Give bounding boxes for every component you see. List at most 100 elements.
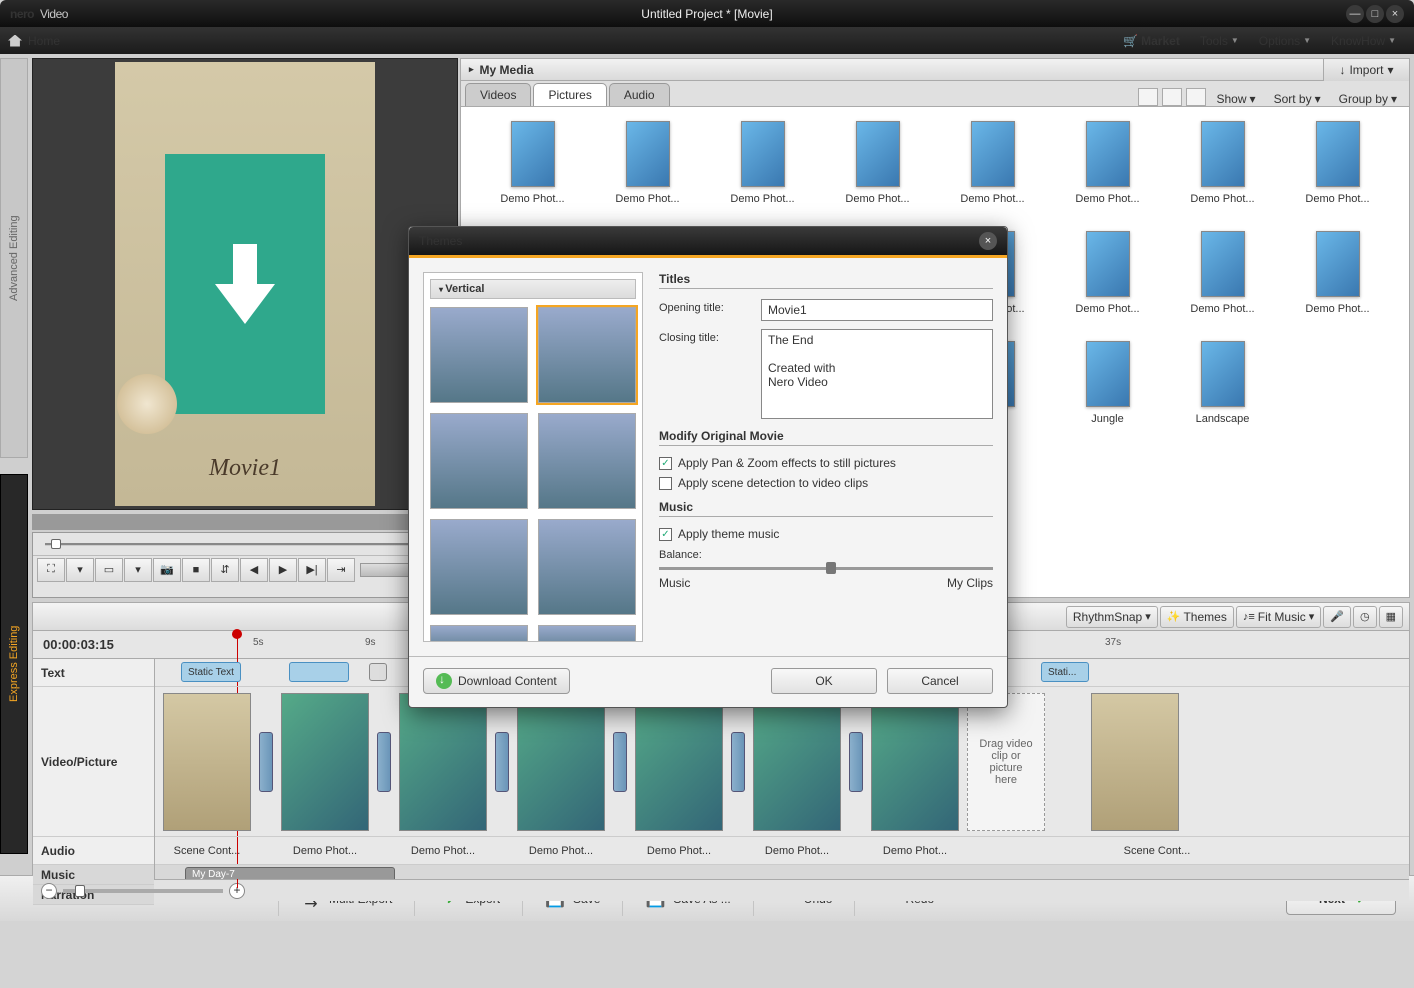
themes-list[interactable]: Vertical [423, 272, 643, 642]
transition[interactable] [849, 732, 863, 792]
theme-category[interactable]: Vertical [430, 279, 636, 299]
clip-label: Scene Cont... [163, 845, 251, 857]
timeline-clip[interactable] [163, 693, 251, 831]
home-button[interactable]: Home [8, 34, 60, 48]
opening-title-input[interactable] [761, 299, 993, 321]
sortby-dropdown[interactable]: Sort by ▾ [1266, 92, 1329, 106]
pictures-tab[interactable]: Pictures [533, 83, 606, 106]
import-button[interactable]: ↓ Import ▾ [1323, 59, 1409, 81]
fullscreen-button[interactable]: ⛶ [37, 558, 65, 582]
view-detail-button[interactable] [1186, 88, 1206, 106]
ok-button[interactable]: OK [771, 668, 877, 694]
theme-thumb[interactable] [430, 307, 528, 403]
mic-button[interactable]: 🎤 [1323, 606, 1351, 628]
transition[interactable] [613, 732, 627, 792]
close-button[interactable]: × [1386, 5, 1404, 23]
rhythm-snap-button[interactable]: RhythmSnap▾ [1066, 606, 1158, 628]
show-dropdown[interactable]: Show ▾ [1209, 92, 1264, 106]
zoom-slider[interactable] [63, 889, 223, 893]
media-item[interactable]: Demo Phot... [713, 121, 813, 205]
theme-thumb[interactable] [430, 519, 528, 615]
prev-frame-button[interactable]: ◀ [240, 558, 268, 582]
theme-thumb[interactable] [430, 413, 528, 509]
preview-seek-slider[interactable] [45, 543, 445, 546]
media-item[interactable]: Demo Phot... [1173, 231, 1273, 315]
options-menu[interactable]: Options▼ [1249, 27, 1321, 54]
media-thumb [971, 121, 1015, 187]
media-thumb [1316, 121, 1360, 187]
theme-thumb[interactable] [538, 307, 636, 403]
media-item[interactable]: Demo Phot... [943, 121, 1043, 205]
scene-detect-checkbox[interactable] [659, 477, 672, 490]
media-item[interactable]: Demo Phot... [1058, 231, 1158, 315]
media-thumb [1201, 231, 1245, 297]
stop-button[interactable]: ■ [182, 558, 210, 582]
knowhow-menu[interactable]: KnowHow▼ [1321, 27, 1406, 54]
media-item[interactable]: Demo Phot... [1288, 231, 1388, 315]
transition[interactable] [731, 732, 745, 792]
text-clip[interactable]: Stati... [1041, 662, 1089, 682]
end-button[interactable]: ⇥ [327, 558, 355, 582]
view-list-button[interactable] [1162, 88, 1182, 106]
dialog-close-button[interactable]: × [979, 232, 997, 250]
media-heading[interactable]: My Media [461, 59, 1409, 81]
videos-tab[interactable]: Videos [465, 83, 531, 106]
theme-thumb[interactable] [538, 625, 636, 642]
snapshot-button[interactable]: 📷 [153, 558, 181, 582]
next-frame-button[interactable]: ▶| [298, 558, 326, 582]
clock-button[interactable]: ◷ [1353, 606, 1377, 628]
zoom-out-button[interactable]: − [41, 883, 57, 899]
theme-thumb[interactable] [538, 519, 636, 615]
transition[interactable] [495, 732, 509, 792]
timeline-clip[interactable] [753, 693, 841, 831]
panzoom-checkbox[interactable]: ✓ [659, 457, 672, 470]
themes-button[interactable]: ✨ Themes [1160, 606, 1234, 628]
fit-music-button[interactable]: ♪≡ Fit Music▾ [1236, 606, 1321, 628]
minimize-button[interactable]: — [1346, 5, 1364, 23]
timeline-clip[interactable] [1091, 693, 1179, 831]
download-icon [436, 673, 452, 689]
maximize-button[interactable]: □ [1366, 5, 1384, 23]
timeline-clip[interactable] [517, 693, 605, 831]
market-button[interactable]: 🛒 Market [1113, 27, 1190, 54]
view-grid-button[interactable] [1138, 88, 1158, 106]
balance-slider[interactable] [659, 567, 993, 570]
text-clip[interactable]: Static Text [181, 662, 241, 682]
timeline-clip[interactable] [399, 693, 487, 831]
text-effect-icon[interactable] [369, 663, 387, 681]
closing-title-input[interactable] [761, 329, 993, 419]
express-editing-tab[interactable]: Express Editing [0, 474, 28, 854]
tools-menu[interactable]: Tools▼ [1190, 27, 1249, 54]
settings-button[interactable]: ▦ [1379, 606, 1403, 628]
media-item[interactable]: Demo Phot... [1058, 121, 1158, 205]
fit-button[interactable]: ▾ [66, 558, 94, 582]
text-clip[interactable] [289, 662, 349, 682]
transition[interactable] [259, 732, 273, 792]
theme-thumb[interactable] [538, 413, 636, 509]
transition[interactable] [377, 732, 391, 792]
loop-button[interactable]: ⇵ [211, 558, 239, 582]
media-item[interactable]: Landscape [1173, 341, 1273, 425]
cancel-button[interactable]: Cancel [887, 668, 993, 694]
groupby-dropdown[interactable]: Group by ▾ [1331, 92, 1405, 106]
media-item[interactable]: Demo Phot... [1173, 121, 1273, 205]
layout-button[interactable]: ▾ [124, 558, 152, 582]
play-button[interactable]: ▶ [269, 558, 297, 582]
media-item[interactable]: Demo Phot... [1288, 121, 1388, 205]
media-item[interactable]: Demo Phot... [598, 121, 698, 205]
apply-music-checkbox[interactable]: ✓ [659, 528, 672, 541]
preview-scrollbar[interactable] [32, 514, 458, 530]
theme-thumb[interactable] [430, 625, 528, 642]
timeline-clip[interactable] [871, 693, 959, 831]
media-item[interactable]: Jungle [1058, 341, 1158, 425]
aspect-button[interactable]: ▭ [95, 558, 123, 582]
timeline-clip[interactable] [281, 693, 369, 831]
audio-tab[interactable]: Audio [609, 83, 670, 106]
advanced-editing-tab[interactable]: Advanced Editing [0, 58, 28, 458]
music-clip[interactable]: My Day-7 [185, 867, 395, 879]
media-item[interactable]: Demo Phot... [828, 121, 928, 205]
drop-zone[interactable]: Drag video clip or picture here [967, 693, 1045, 831]
media-item[interactable]: Demo Phot... [483, 121, 583, 205]
download-content-button[interactable]: Download Content [423, 668, 570, 694]
timeline-clip[interactable] [635, 693, 723, 831]
